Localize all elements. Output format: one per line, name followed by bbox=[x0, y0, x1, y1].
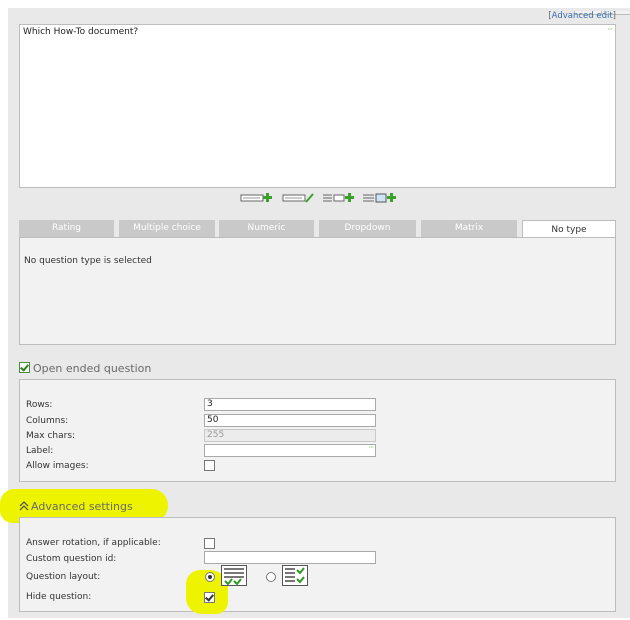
answer-rotation-label: Answer rotation, if applicable: bbox=[26, 538, 161, 548]
advanced-settings-header[interactable]: Advanced settings bbox=[19, 500, 133, 513]
add-image-icon[interactable] bbox=[362, 192, 396, 203]
hide-question-label: Hide question: bbox=[26, 592, 92, 602]
columns-input[interactable]: 50 bbox=[204, 414, 376, 427]
bracket: ] bbox=[612, 11, 616, 21]
question-layout-label: Question layout: bbox=[26, 572, 101, 582]
layout-vertical-radio[interactable] bbox=[266, 572, 276, 582]
advanced-edit-label[interactable]: Advanced edit bbox=[552, 11, 613, 21]
no-type-message: No question type is selected bbox=[24, 256, 152, 266]
add-line-icon[interactable] bbox=[240, 192, 274, 203]
resize-handle-icon[interactable]: ··· bbox=[368, 442, 374, 453]
open-ended-header[interactable]: Open ended question bbox=[19, 362, 151, 375]
question-text: Which How-To document? bbox=[23, 27, 139, 37]
max-chars-label: Max chars: bbox=[26, 431, 76, 441]
max-chars-input: 255 bbox=[204, 429, 376, 442]
allow-images-checkbox[interactable] bbox=[204, 460, 215, 471]
label-input[interactable]: ··· bbox=[204, 442, 376, 457]
tab-matrix[interactable]: Matrix bbox=[421, 220, 517, 237]
double-chevron-up-icon[interactable] bbox=[19, 501, 29, 511]
tab-rating[interactable]: Rating bbox=[19, 220, 114, 237]
add-list-icon[interactable] bbox=[322, 192, 356, 203]
tab-numeric[interactable]: Numeric bbox=[219, 220, 314, 237]
horizontal-layout-icon bbox=[221, 565, 247, 586]
question-type-tabs: Rating Multiple choice Numeric Dropdown … bbox=[19, 220, 616, 238]
tab-no-type[interactable]: No type bbox=[522, 220, 616, 238]
tab-dropdown[interactable]: Dropdown bbox=[319, 220, 416, 237]
edit-line-icon[interactable] bbox=[282, 192, 316, 203]
answer-rotation-checkbox[interactable] bbox=[204, 538, 215, 549]
rows-label: Rows: bbox=[26, 400, 53, 410]
label-label: Label: bbox=[26, 446, 54, 456]
tab-multiple-choice[interactable]: Multiple choice bbox=[119, 220, 215, 237]
allow-images-label: Allow images: bbox=[26, 461, 89, 471]
open-ended-title: Open ended question bbox=[33, 362, 152, 375]
open-ended-box: Rows: 3 Columns: 50 Max chars: 255 Label… bbox=[19, 379, 616, 482]
hide-question-checkbox[interactable] bbox=[204, 592, 215, 603]
custom-id-label: Custom question id: bbox=[26, 554, 117, 564]
columns-label: Columns: bbox=[26, 416, 69, 426]
custom-id-input[interactable] bbox=[204, 551, 376, 564]
advanced-settings-box: Answer rotation, if applicable: Custom q… bbox=[19, 517, 616, 612]
layout-horizontal-radio[interactable] bbox=[205, 572, 215, 582]
open-ended-checkbox[interactable] bbox=[19, 362, 30, 373]
question-textarea[interactable]: Which How-To document? ··· bbox=[19, 24, 616, 188]
advanced-settings-title: Advanced settings bbox=[31, 500, 133, 513]
resize-handle-icon[interactable]: ··· bbox=[607, 25, 613, 34]
vertical-layout-icon bbox=[282, 565, 308, 586]
tab-content: No question type is selected bbox=[19, 237, 616, 345]
advanced-edit-link[interactable]: [Advanced edit] bbox=[548, 11, 616, 21]
rows-input[interactable]: 3 bbox=[204, 398, 376, 411]
